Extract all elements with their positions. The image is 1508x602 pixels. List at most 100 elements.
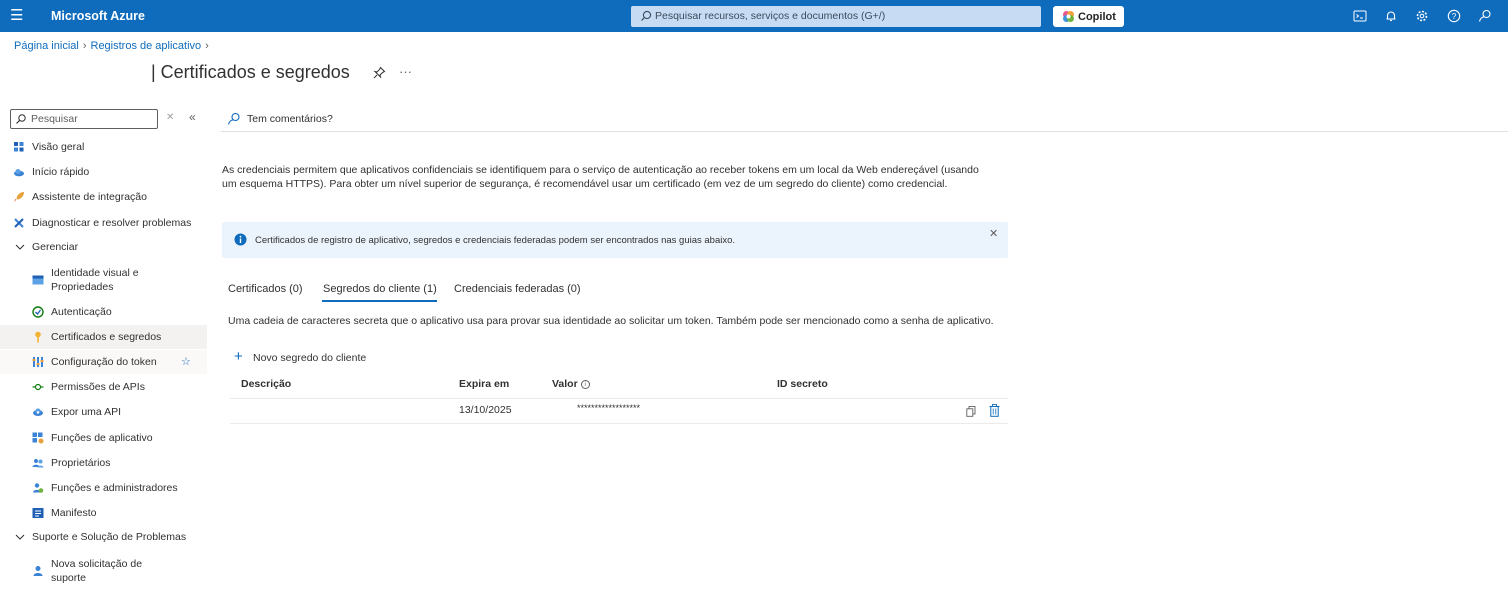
sidebar-item-label: Autenticação [51,306,112,318]
sidebar-item-owners[interactable]: Proprietários [0,451,207,475]
sidebar-item-label: Proprietários [51,457,111,469]
copilot-icon [1063,11,1074,22]
sidebar-item-label: Visão geral [32,141,85,153]
app-roles-icon [32,432,44,444]
sidebar-item-integration-assistant[interactable]: Assistente de integração [0,185,207,209]
breadcrumb-home[interactable]: Página inicial [14,40,79,52]
table-row-divider [230,423,1008,424]
sidebar-item-label-line2: suporte [51,572,87,584]
manifest-icon [32,508,44,518]
star-icon[interactable]: ☆ [181,355,191,368]
search-icon [641,10,652,21]
plus-icon: + [234,348,243,365]
sidebar-search-input[interactable]: Pesquisar [10,109,158,129]
roles-admins-icon [33,483,44,493]
sidebar-group-label: Gerenciar [32,241,79,253]
overview-icon [14,142,24,152]
chevron-right-icon: › [82,40,87,52]
column-header-expires: Expira em [459,378,510,390]
credentials-description: As credenciais permitem que aplicativos … [222,164,979,190]
feedback-label: Tem comentários? [247,113,333,125]
sidebar-item-label-line2: Propriedades [51,281,114,293]
sidebar-item-label: Configuração do token [51,356,157,368]
sidebar-item-label: Manifesto [51,507,97,519]
sidebar-item-label: Nova solicitação de suporte [51,557,142,585]
table-header-divider [230,398,1008,399]
column-header-secret-id: ID secreto [777,378,828,390]
key-icon [35,331,41,343]
svg-text:?: ? [1452,12,1457,21]
collapse-sidebar-icon[interactable]: « [189,110,196,124]
pin-icon[interactable] [373,66,386,79]
tab-certificates[interactable]: Certificados (0) [228,283,303,295]
active-tab-indicator [322,300,437,302]
sidebar-item-label: Funções e administradores [51,482,178,494]
sidebar-item-quickstart[interactable]: Início rápido [0,160,207,184]
sidebar-item-certificates-secrets[interactable]: Certificados e segredos [0,325,207,349]
authentication-icon [32,306,44,318]
sidebar-item-branding[interactable]: Identidade visual e Propriedades [0,266,207,294]
gear-icon[interactable] [1415,9,1429,23]
api-permissions-icon [32,383,44,391]
sidebar-group-manage[interactable]: Gerenciar [0,235,207,259]
brand-name[interactable]: Microsoft Azure [51,9,145,23]
sidebar-item-authentication[interactable]: Autenticação [0,300,207,324]
close-icon[interactable]: ✕ [989,227,998,240]
sidebar-group-support[interactable]: Suporte e Solução de Problemas [0,525,207,549]
menu-icon[interactable]: ☰ [10,8,23,23]
new-client-secret-label: Novo segredo do cliente [253,352,367,364]
sidebar-item-new-support-request[interactable]: Nova solicitação de suporte [0,557,207,585]
sidebar-item-label-line1: Nova solicitação de [51,558,143,570]
sidebar-item-label: Identidade visual e Propriedades [51,266,139,294]
support-icon [33,566,43,576]
sidebar-item-label: Funções de aplicativo [51,432,153,444]
sidebar-item-label: Assistente de integração [32,191,147,203]
help-icon[interactable]: ? [1447,9,1461,23]
toolbar-divider [221,131,1508,132]
clear-icon[interactable]: ✕ [166,112,174,123]
sidebar-search-placeholder: Pesquisar [31,113,78,125]
cloud-icon [14,169,24,177]
tab-client-secrets[interactable]: Segredos do cliente (1) [323,283,437,295]
wrench-icon [14,218,24,228]
sidebar-item-token-configuration[interactable]: Configuração do token ☆ [0,350,207,374]
sidebar: Pesquisar ✕ « Visão geral Início rápido … [0,100,207,602]
top-bar: ☰ Microsoft Azure Pesquisar recursos, se… [0,0,1508,32]
info-icon[interactable]: i [580,380,590,389]
bell-icon[interactable] [1384,9,1398,23]
cell-expires: 13/10/2025 [459,404,512,416]
breadcrumb: Página inicial › Registros de aplicativo › [14,40,213,52]
sidebar-item-label: Expor uma API [51,406,122,418]
info-icon [234,233,247,246]
cloud-shell-icon[interactable] [1353,9,1367,23]
info-banner: Certificados de registro de aplicativo, … [222,222,1008,258]
sidebar-item-manifest[interactable]: Manifesto [0,501,207,525]
sidebar-item-label: Início rápido [32,166,90,178]
feedback-icon[interactable] [1478,9,1492,23]
more-options-icon[interactable]: ··· [399,64,412,79]
search-icon [16,114,26,124]
sidebar-item-roles-admins[interactable]: Funções e administradores [0,476,207,500]
cloud-api-icon [33,408,43,416]
page-title: | Certificados e segredos [151,62,350,82]
copy-icon[interactable] [966,406,976,417]
sidebar-item-label: Permissões de APIs [51,381,145,393]
global-search-input[interactable]: Pesquisar recursos, serviços e documento… [631,6,1041,27]
breadcrumb-app-registrations[interactable]: Registros de aplicativo [91,40,202,52]
chevron-down-icon [15,244,25,250]
tab-federated-credentials[interactable]: Credenciais federadas (0) [454,283,581,295]
sidebar-item-overview[interactable]: Visão geral [0,135,207,159]
sidebar-item-app-roles[interactable]: Funções de aplicativo [0,426,207,450]
sidebar-item-label: Diagnosticar e resolver problemas [32,217,192,229]
copilot-label: Copilot [1078,11,1116,23]
chevron-down-icon [15,534,25,540]
client-secrets-description: Uma cadeia de caracteres secreta que o a… [228,315,994,327]
sidebar-item-label-line1: Identidade visual e [51,267,139,279]
sidebar-item-api-permissions[interactable]: Permissões de APIs [0,375,207,399]
copilot-button[interactable]: Copilot [1053,6,1124,27]
rocket-icon [14,192,24,202]
sidebar-item-diagnose[interactable]: Diagnosticar e resolver problemas [0,211,207,235]
delete-icon[interactable] [989,404,1000,417]
feedback-icon [227,112,240,125]
sidebar-item-expose-api[interactable]: Expor uma API [0,400,207,424]
